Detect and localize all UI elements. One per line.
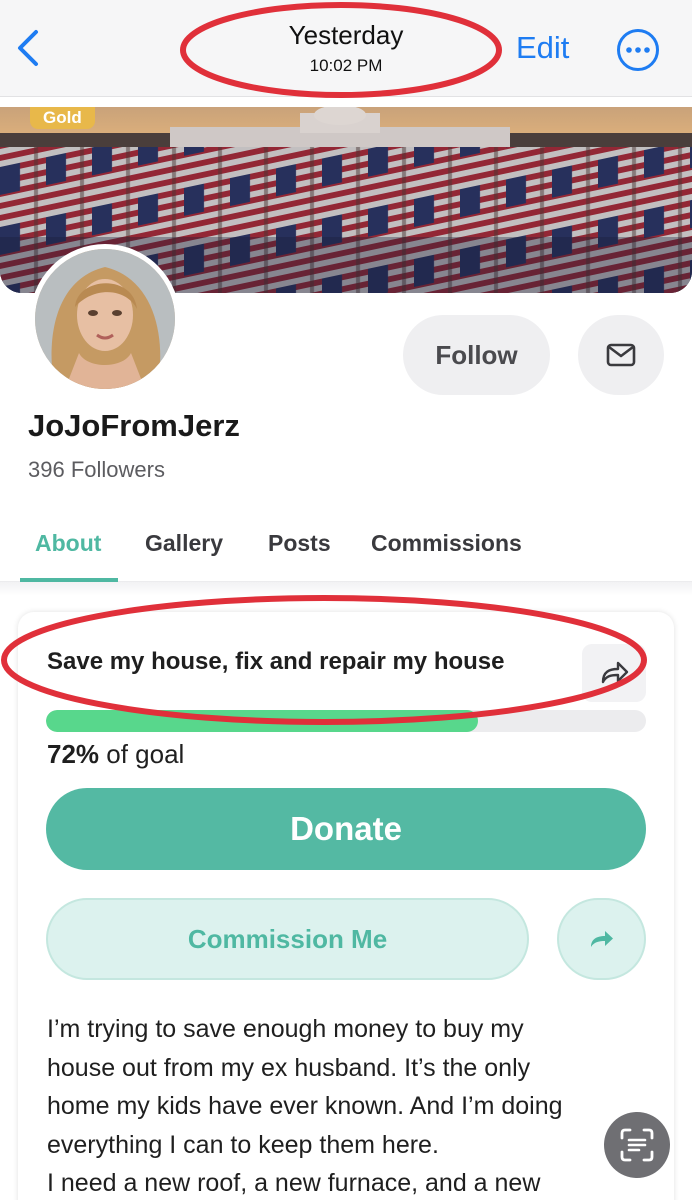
goal-progress-bar (46, 710, 646, 732)
description-line: I need a new roof, a new furnace, and a … (47, 1169, 541, 1197)
message-button[interactable] (578, 315, 664, 395)
goal-progress-fill (46, 710, 478, 732)
share-goal-button[interactable] (582, 644, 646, 702)
gold-badge: Gold (30, 107, 95, 129)
profile-photo (35, 249, 175, 389)
scan-text-icon (620, 1128, 654, 1162)
profile-tabs: About Gallery Posts Commissions (0, 510, 692, 582)
description-line: everything I can to keep them here. (47, 1130, 439, 1159)
tab-gallery[interactable]: Gallery (145, 530, 223, 557)
live-text-scan-button[interactable] (604, 1112, 670, 1178)
edit-button[interactable]: Edit (516, 30, 569, 66)
navigation-bar: Yesterday 10:02 PM Edit (0, 0, 692, 97)
goal-suffix: of goal (99, 739, 185, 769)
share-profile-button[interactable] (557, 898, 646, 980)
description-line: home my kids have ever known. And I’m do… (47, 1092, 563, 1120)
goal-percent-value: 72% (47, 739, 100, 769)
avatar[interactable] (30, 244, 180, 394)
follow-button[interactable]: Follow (403, 315, 550, 395)
tab-commissions[interactable]: Commissions (371, 530, 522, 557)
tab-divider (0, 582, 692, 596)
share-arrow-icon (601, 661, 629, 684)
fundraiser-description: I’m trying to save enough money to buy m… (47, 1010, 647, 1200)
description-line: house out from my ex husband. It’s the o… (47, 1053, 531, 1082)
share-arrow-icon (590, 931, 613, 947)
username: JoJoFromJerz (28, 408, 240, 443)
nav-subtitle-time: 10:02 PM (309, 56, 383, 75)
fundraiser-title: Save my house, fix and repair my house (47, 648, 505, 675)
donate-button[interactable]: Donate (46, 788, 646, 870)
description-line: I’m trying to save enough money to buy m… (47, 1015, 524, 1043)
tab-posts[interactable]: Posts (268, 530, 331, 557)
nav-title: Yesterday (288, 20, 404, 50)
envelope-icon (606, 343, 636, 367)
tab-about[interactable]: About (35, 530, 101, 557)
more-options-button[interactable] (616, 28, 660, 72)
commission-me-button[interactable]: Commission Me (46, 898, 529, 980)
ellipsis-circle-icon (617, 29, 659, 71)
goal-percentage: 72% of goal (47, 739, 184, 770)
follower-count[interactable]: 396 Followers (28, 457, 165, 483)
